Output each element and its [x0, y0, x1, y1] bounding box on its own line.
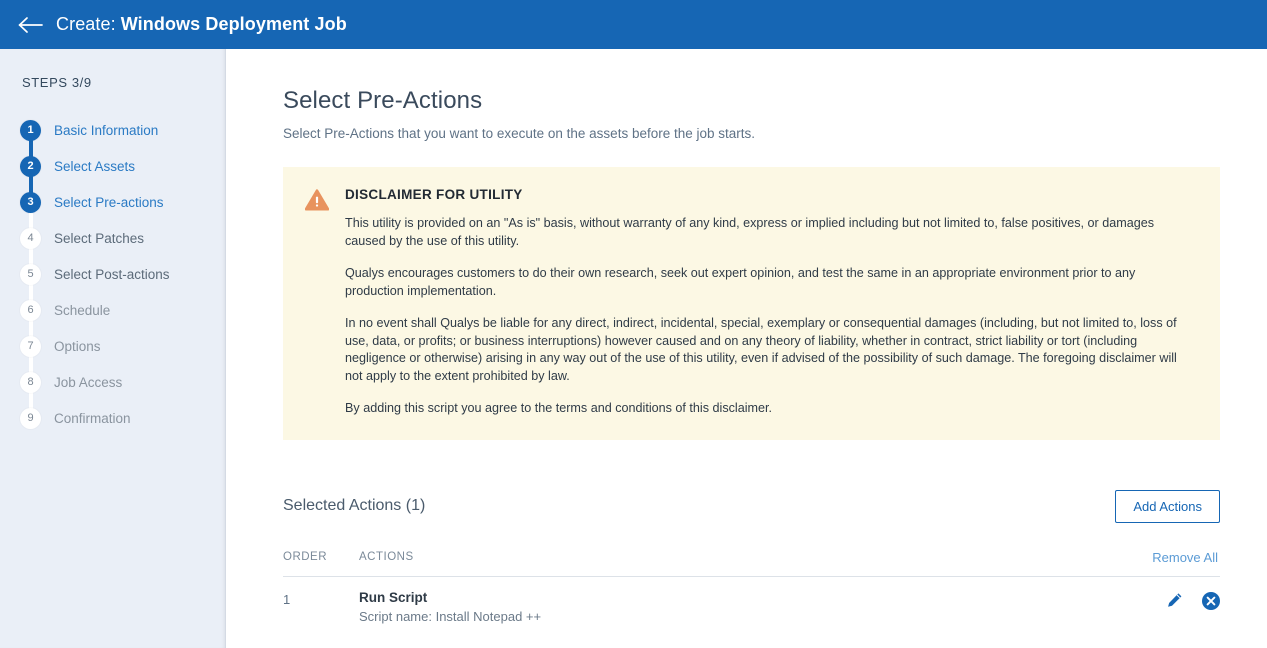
column-header-actions: ACTIONS — [359, 551, 414, 563]
table-row: 1 Run Script Script name: Install Notepa… — [283, 577, 1220, 624]
sidebar-item-select-pre-actions[interactable]: 3 Select Pre-actions — [20, 184, 225, 238]
disclaimer-paragraph: This utility is provided on an "As is" b… — [345, 216, 1155, 248]
wizard-steps-list: 1 Basic Information 2 Select Assets 3 Se… — [0, 112, 225, 436]
step-number-badge: 2 — [20, 155, 41, 177]
sidebar-item-confirmation[interactable]: 9 Confirmation — [20, 400, 225, 436]
sidebar-item-label: Select Assets — [54, 158, 136, 174]
row-order-value: 1 — [283, 591, 291, 607]
table-header-row: ORDER ACTIONS Remove All — [283, 550, 1220, 577]
step-number-badge: 5 — [20, 263, 41, 285]
warning-triangle-icon — [304, 187, 337, 418]
row-action-detail: Script name: Install Notepad ++ — [359, 608, 542, 624]
row-action-name: Run Script — [359, 589, 428, 605]
header-job-name: Windows Deployment Job — [120, 14, 347, 34]
disclaimer-paragraph: By adding this script you agree to the t… — [345, 401, 773, 415]
sidebar-item-label: Basic Information — [54, 122, 159, 138]
disclaimer-paragraph: Qualys encourages customers to do their … — [345, 266, 1136, 298]
add-actions-button[interactable]: Add Actions — [1115, 489, 1220, 523]
sidebar-item-label: Options — [54, 338, 101, 354]
step-number-badge: 4 — [20, 227, 41, 249]
pencil-icon[interactable] — [1165, 592, 1183, 610]
selected-actions-header: Selected Actions (1) Add Actions — [283, 489, 1220, 523]
sidebar-item-label: Job Access — [54, 374, 123, 390]
sidebar-item-select-patches[interactable]: 4 Select Patches — [20, 220, 225, 274]
sidebar-item-label: Select Post-actions — [54, 266, 170, 282]
sidebar-item-label: Confirmation — [54, 410, 131, 426]
step-number-badge: 8 — [20, 371, 41, 393]
disclaimer-alert: DISCLAIMER FOR UTILITY This utility is p… — [283, 167, 1220, 440]
remove-all-link[interactable]: Remove All — [1152, 550, 1220, 565]
step-number-badge: 6 — [20, 299, 41, 321]
step-number-badge: 9 — [20, 407, 41, 429]
page-title: Select Pre-Actions — [283, 87, 483, 114]
row-action-info: Run Script Script name: Install Notepad … — [359, 590, 1165, 624]
disclaimer-paragraph: In no event shall Qualys be liable for a… — [345, 316, 1177, 383]
sidebar-item-basic-information[interactable]: 1 Basic Information — [20, 112, 225, 166]
step-number-badge: 1 — [20, 119, 41, 141]
page-subtitle: Select Pre-Actions that you want to exec… — [283, 126, 756, 141]
step-number-badge: 7 — [20, 335, 41, 357]
selected-actions-table: ORDER ACTIONS Remove All 1 Run Script Sc… — [283, 550, 1220, 624]
arrow-left-icon — [18, 16, 44, 34]
close-circle-icon[interactable] — [1202, 591, 1220, 610]
sidebar-item-options[interactable]: 7 Options — [20, 328, 225, 382]
sidebar-item-select-post-actions[interactable]: 5 Select Post-actions — [20, 256, 225, 310]
main-content: Select Pre-Actions Select Pre-Actions th… — [226, 49, 1267, 648]
disclaimer-body: DISCLAIMER FOR UTILITY This utility is p… — [337, 187, 1196, 418]
row-action-buttons — [1165, 590, 1220, 610]
steps-counter: STEPS 3/9 — [22, 75, 92, 90]
sidebar-item-job-access[interactable]: 8 Job Access — [20, 364, 225, 418]
sidebar-item-label: Select Patches — [54, 230, 145, 246]
sidebar-item-select-assets[interactable]: 2 Select Assets — [20, 148, 225, 202]
sidebar-item-schedule[interactable]: 6 Schedule — [20, 292, 225, 346]
page-layout: STEPS 3/9 1 Basic Information 2 Select A… — [0, 49, 1267, 648]
disclaimer-title: DISCLAIMER FOR UTILITY — [345, 187, 523, 202]
app-header: Create: Windows Deployment Job — [0, 0, 1267, 49]
selected-actions-title: Selected Actions (1) — [283, 497, 426, 514]
column-header-order: ORDER — [283, 551, 328, 563]
wizard-sidebar: STEPS 3/9 1 Basic Information 2 Select A… — [0, 49, 226, 648]
sidebar-item-label: Schedule — [54, 302, 111, 318]
sidebar-item-label: Select Pre-actions — [54, 194, 164, 210]
header-prefix: Create: — [56, 14, 116, 34]
step-number-badge: 3 — [20, 191, 41, 213]
back-button[interactable] — [14, 8, 48, 42]
page-header-title: Create: Windows Deployment Job — [56, 14, 347, 35]
